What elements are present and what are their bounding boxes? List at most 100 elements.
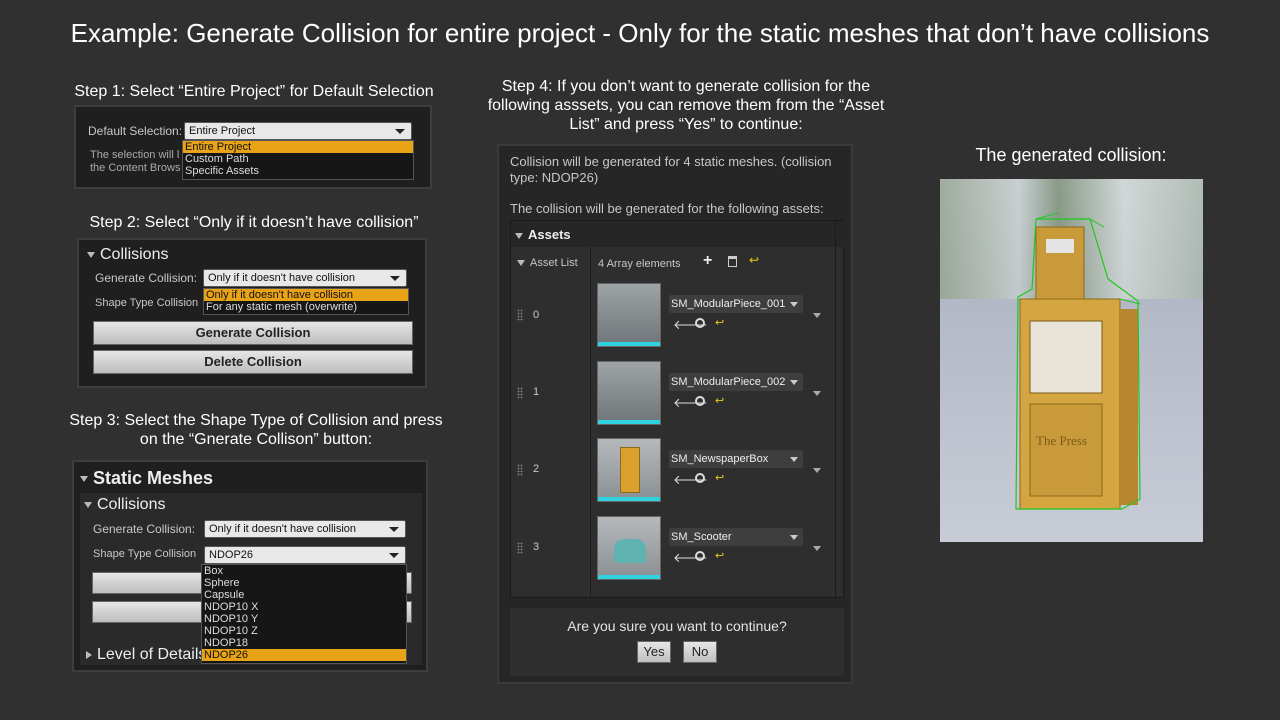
lower-door bbox=[1029, 403, 1103, 497]
add-icon[interactable]: + bbox=[703, 253, 712, 269]
assets-panel: Assets Asset List 4 Array elements + ↩ 0… bbox=[510, 220, 845, 599]
drag-handle-icon[interactable] bbox=[517, 464, 523, 476]
chevron-down-icon bbox=[395, 129, 405, 134]
browse-icon[interactable] bbox=[695, 473, 705, 483]
assets-header-label: Assets bbox=[528, 227, 571, 242]
chevron-down-icon bbox=[389, 553, 399, 558]
trash-icon[interactable] bbox=[728, 256, 737, 267]
assets-header[interactable]: Assets bbox=[515, 227, 571, 242]
expand-triangle-icon bbox=[517, 260, 525, 267]
row-options-icon[interactable] bbox=[813, 313, 821, 318]
step2-panel: Collisions Generate Collision: Only if i… bbox=[77, 238, 427, 388]
no-button[interactable]: No bbox=[683, 641, 717, 663]
option-custom-path[interactable]: Custom Path bbox=[183, 153, 413, 165]
info-line-1: Collision will be generated for 4 static… bbox=[510, 154, 832, 169]
chevron-down-icon bbox=[390, 276, 400, 281]
step3-caption-line-1: Step 3: Select the Shape Type of Collisi… bbox=[69, 412, 443, 429]
chevron-down-icon bbox=[790, 380, 798, 385]
row-options-icon[interactable] bbox=[813, 391, 821, 396]
generate-collision-combo[interactable]: Only if it doesn't have collision bbox=[204, 520, 406, 538]
chevron-down-icon bbox=[389, 527, 399, 532]
asset-picker-1[interactable]: SM_ModularPiece_002 bbox=[669, 373, 803, 391]
generate-collision-value: Only if it doesn't have collision bbox=[209, 523, 357, 535]
generate-collision-combo[interactable]: Only if it doesn't have collision bbox=[203, 269, 407, 287]
item-index: 3 bbox=[533, 541, 540, 553]
asset-thumbnail-1 bbox=[597, 361, 661, 425]
reset-icon[interactable]: ↩ bbox=[715, 394, 724, 407]
asset-picker-2[interactable]: SM_NewspaperBox bbox=[669, 450, 803, 468]
browse-icon[interactable] bbox=[695, 396, 705, 406]
item-index: 2 bbox=[533, 463, 540, 475]
asset-name-2: SM_NewspaperBox bbox=[671, 453, 769, 465]
drag-handle-icon[interactable] bbox=[517, 309, 523, 321]
step4-caption-line-1: Step 4: If you don’t want to generate co… bbox=[501, 78, 871, 95]
generate-collision-button[interactable]: Generate Collision bbox=[93, 321, 413, 345]
newspaper-box-shape bbox=[620, 447, 640, 493]
row-options-icon[interactable] bbox=[813, 468, 821, 473]
step3-panel: Static Meshes Collisions Generate Collis… bbox=[72, 460, 428, 672]
asset-picker-0[interactable]: SM_ModularPiece_001 bbox=[669, 295, 803, 313]
asset-thumbnail-2 bbox=[597, 438, 661, 502]
row-options-icon[interactable] bbox=[813, 546, 821, 551]
assets-info-text: The collision will be generated for the … bbox=[510, 201, 824, 216]
reset-icon[interactable]: ↩ bbox=[715, 471, 724, 484]
asset-thumbnail-3 bbox=[597, 516, 661, 580]
step3-caption-line-2: on the “Gnerate Collison” button: bbox=[139, 431, 373, 448]
scooter-shape bbox=[614, 539, 646, 563]
browse-icon[interactable] bbox=[695, 318, 705, 328]
asset-list-header[interactable]: Asset List bbox=[517, 257, 578, 269]
hint-line-2: the Content Brows bbox=[90, 162, 181, 174]
chevron-down-icon bbox=[790, 535, 798, 540]
lod-section-header[interactable]: Level of Details bbox=[86, 646, 206, 664]
option-capsule[interactable]: Capsule bbox=[202, 589, 406, 601]
option-ndop10-z[interactable]: NDOP10 Z bbox=[202, 625, 406, 637]
browse-icon[interactable] bbox=[695, 551, 705, 561]
drag-handle-icon[interactable] bbox=[517, 387, 523, 399]
option-only-if-no-collision[interactable]: Only if it doesn't have collision bbox=[204, 289, 408, 301]
reset-icon[interactable]: ↩ bbox=[715, 549, 724, 562]
step4-caption-line-2: following asssets, you can remove them f… bbox=[487, 97, 885, 114]
yes-button[interactable]: Yes bbox=[637, 641, 671, 663]
step1-panel: Default Selection: Entire Project The se… bbox=[74, 105, 432, 189]
option-ndop10-y[interactable]: NDOP10 Y bbox=[202, 613, 406, 625]
option-ndop18[interactable]: NDOP18 bbox=[202, 637, 406, 649]
newspaper-box-render bbox=[1015, 212, 1141, 510]
generate-collision-label: Generate Collision: bbox=[95, 271, 198, 285]
page-title: Example: Generate Collision for entire p… bbox=[70, 18, 1210, 48]
info-line-2: type: NDOP26) bbox=[510, 170, 599, 185]
generate-collision-dropdown: Only if it doesn't have collision For an… bbox=[203, 288, 409, 315]
reset-icon[interactable]: ↩ bbox=[715, 316, 724, 329]
asset-name-0: SM_ModularPiece_001 bbox=[671, 298, 786, 310]
expand-triangle-icon bbox=[515, 232, 523, 239]
right-divider bbox=[835, 221, 836, 599]
collisions-section-header[interactable]: Collisions bbox=[87, 246, 168, 264]
step4-caption: Step 4: If you don’t want to generate co… bbox=[476, 77, 896, 134]
step3-caption: Step 3: Select the Shape Type of Collisi… bbox=[56, 411, 456, 449]
generate-collision-label: Generate Collision: bbox=[93, 522, 196, 536]
expand-triangle-icon bbox=[87, 251, 95, 258]
option-ndop10-x[interactable]: NDOP10 X bbox=[202, 601, 406, 613]
drag-handle-icon[interactable] bbox=[517, 542, 523, 554]
coin-slot-label bbox=[1046, 239, 1074, 253]
delete-collision-button[interactable]: Delete Collision bbox=[93, 350, 413, 374]
default-selection-combo[interactable]: Entire Project bbox=[184, 122, 412, 140]
option-entire-project[interactable]: Entire Project bbox=[183, 141, 413, 153]
option-ndop26[interactable]: NDOP26 bbox=[202, 649, 406, 661]
asset-picker-3[interactable]: SM_Scooter bbox=[669, 528, 803, 546]
box-side bbox=[1120, 309, 1138, 505]
collisions-subsection-header[interactable]: Collisions bbox=[84, 496, 165, 514]
step2-caption: Step 2: Select “Only if it doesn’t have … bbox=[89, 214, 419, 231]
option-any-static-mesh[interactable]: For any static mesh (overwrite) bbox=[204, 301, 408, 313]
reset-icon[interactable]: ↩ bbox=[749, 253, 759, 267]
option-specific-assets[interactable]: Specific Assets bbox=[183, 165, 413, 177]
step1-caption: Step 1: Select “Entire Project” for Defa… bbox=[74, 83, 434, 100]
option-box[interactable]: Box bbox=[202, 565, 406, 577]
static-meshes-header[interactable]: Static Meshes bbox=[80, 468, 213, 489]
info-text: Collision will be generated for 4 static… bbox=[510, 154, 832, 186]
option-sphere[interactable]: Sphere bbox=[202, 577, 406, 589]
generate-collision-value: Only if it doesn't have collision bbox=[208, 272, 356, 284]
collisions-label: Collisions bbox=[100, 246, 169, 263]
shape-type-combo[interactable]: NDOP26 bbox=[204, 546, 406, 564]
expand-triangle-icon bbox=[84, 501, 92, 508]
step4-caption-line-3: List” and press “Yes” to continue: bbox=[569, 116, 803, 133]
